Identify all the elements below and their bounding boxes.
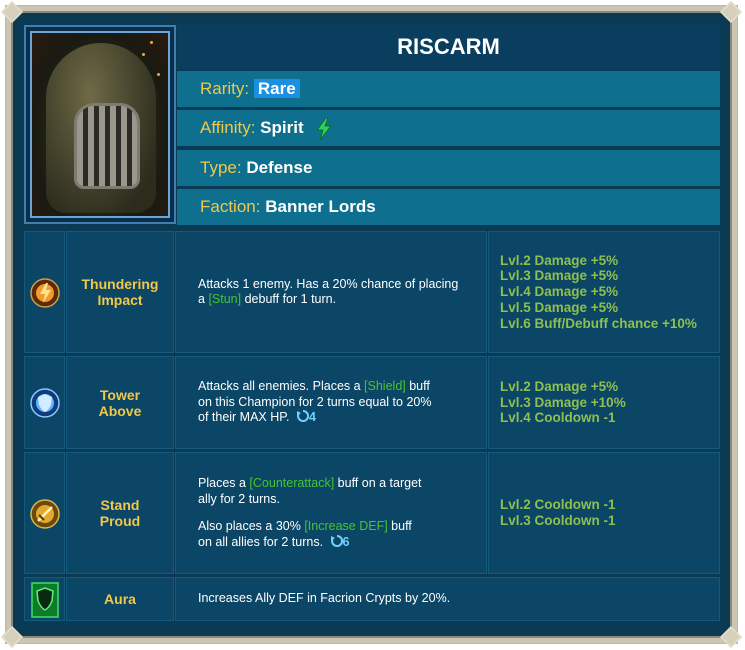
rarity-label: Rarity: (200, 79, 250, 98)
book-level: Lvl.3 Damage +10% (500, 394, 626, 410)
skill-description: Attacks 1 enemy. Has a 20% chance of pla… (175, 231, 487, 353)
champion-portrait-image (30, 31, 170, 218)
frame-corner-ornament (718, 624, 744, 650)
book-level: Lvl.2 Cooldown -1 (500, 497, 616, 513)
aura-shield-icon[interactable] (31, 582, 59, 618)
sword-skill-icon[interactable] (30, 499, 60, 529)
affinity-row: Affinity: Spirit (177, 110, 720, 146)
faction-label: Faction: (200, 197, 261, 216)
book-level: Lvl.6 Buff/Debuff chance +10% (500, 315, 697, 331)
skill-desc-line: on all allies for 2 turns. 6 (198, 534, 476, 551)
spirit-bolt-icon (316, 117, 333, 140)
ember-spark (142, 53, 145, 56)
champion-portrait (24, 25, 176, 224)
aura-description: Increases Ally DEF in Facrion Crypts by … (175, 577, 720, 621)
cooldown-icon (330, 534, 343, 547)
increase-def-buff-tag[interactable]: [Increase DEF] (304, 519, 387, 533)
ember-spark (150, 41, 153, 44)
book-level: Lvl.3 Damage +5% (500, 268, 619, 284)
skill-desc-line: Places a [Counterattack] buff on a targe… (198, 476, 476, 492)
type-row: Type: Defense (177, 150, 720, 186)
cooldown-value: 4 (308, 410, 316, 425)
book-level: Lvl.3 Cooldown -1 (500, 513, 616, 528)
skill-desc-text: a (198, 292, 209, 306)
skill-desc-line: of their MAX HP. 4 (198, 410, 476, 426)
book-level: Lvl.4 Cooldown -1 (500, 410, 616, 426)
thunder-skill-icon[interactable] (30, 278, 60, 308)
affinity-value: Spirit (260, 118, 304, 137)
skill-desc-text: Places a (198, 476, 250, 490)
skill-name-line1: Tower (99, 386, 141, 403)
skill-book-list: Lvl.2 Damage +5% Lvl.3 Damage +10% Lvl.4… (488, 356, 720, 449)
skill-name-line2: Above (98, 402, 142, 419)
skill-desc-text: of their MAX HP. (198, 410, 290, 425)
ember-spark (157, 73, 160, 76)
skill-name: Thundering Impact (66, 231, 174, 353)
skill-desc-text: debuff for 1 turn. (241, 292, 337, 306)
skill-name-line2: Proud (99, 513, 141, 529)
type-value: Defense (246, 158, 313, 177)
champion-name: RISCARM (177, 25, 720, 69)
faction-row: Faction: Banner Lords (177, 189, 720, 225)
skill-description: Places a [Counterattack] buff on a targe… (175, 452, 487, 574)
skill-desc-text: Attacks all enemies. Places a (198, 379, 365, 394)
skill-name-line1: Stand (100, 497, 140, 513)
cooldown-icon (296, 410, 310, 423)
frame-corner-ornament (0, 624, 25, 650)
skill-name: Tower Above (66, 356, 174, 449)
cooldown-value: 6 (342, 534, 350, 549)
aura-desc-text: Increases Ally DEF in Facrion Crypts by … (198, 591, 451, 606)
skill-desc-line: Also places a 30% [Increase DEF] buff (198, 519, 476, 535)
book-level: Lvl.2 Damage +5% (500, 252, 619, 268)
aura-icon-cell (24, 577, 65, 621)
skill-desc-line: Attacks 1 enemy. Has a 20% chance of pla… (198, 276, 459, 291)
book-level: Lvl.2 Damage +5% (500, 378, 619, 394)
skill-desc-text: Also places a 30% (198, 519, 305, 533)
counterattack-buff-tag[interactable]: [Counterattack] (249, 476, 334, 490)
skill-name: Stand Proud (66, 452, 174, 574)
faction-value: Banner Lords (265, 197, 376, 216)
skill-icon-cell (24, 231, 65, 353)
shield-skill-icon[interactable] (30, 388, 60, 418)
aura-name: Aura (66, 577, 174, 621)
skill-book-list: Lvl.2 Cooldown -1 Lvl.3 Cooldown -1 (488, 452, 720, 574)
rarity-value: Rare (253, 79, 300, 98)
shield-buff-tag[interactable]: [Shield] (364, 379, 406, 393)
skill-book-list: Lvl.2 Damage +5% Lvl.3 Damage +5% Lvl.4 … (488, 231, 720, 353)
affinity-label: Affinity: (200, 118, 256, 137)
helmet-visor (74, 103, 140, 189)
skill-desc-text: buff (387, 519, 412, 533)
skill-desc-line: on this Champion for 2 turns equal to 20… (198, 394, 432, 409)
skill-desc-line: a [Stun] debuff for 1 turn. (198, 292, 476, 308)
book-level: Lvl.4 Damage +5% (500, 284, 619, 300)
skill-desc-text: buff (405, 379, 430, 394)
skill-name-line2: Impact (97, 292, 143, 308)
skill-desc-line: Attacks all enemies. Places a [Shield] b… (198, 379, 476, 395)
skill-desc-text: buff on a target (334, 476, 422, 490)
skill-name-line1: Thundering (81, 276, 159, 292)
stun-debuff-tag[interactable]: [Stun] (208, 292, 241, 306)
rarity-row: Rarity: Rare (177, 71, 720, 107)
skill-description: Attacks all enemies. Places a [Shield] b… (175, 356, 487, 449)
type-label: Type: (200, 158, 242, 177)
skill-desc-text: on all allies for 2 turns. (198, 534, 324, 549)
frame-corner-ornament (0, 0, 25, 25)
frame-corner-ornament (718, 0, 744, 25)
skill-icon-cell (24, 356, 65, 449)
skill-icon-cell (24, 452, 65, 574)
book-level: Lvl.5 Damage +5% (500, 299, 619, 315)
skill-desc-line: ally for 2 turns. (198, 491, 280, 506)
